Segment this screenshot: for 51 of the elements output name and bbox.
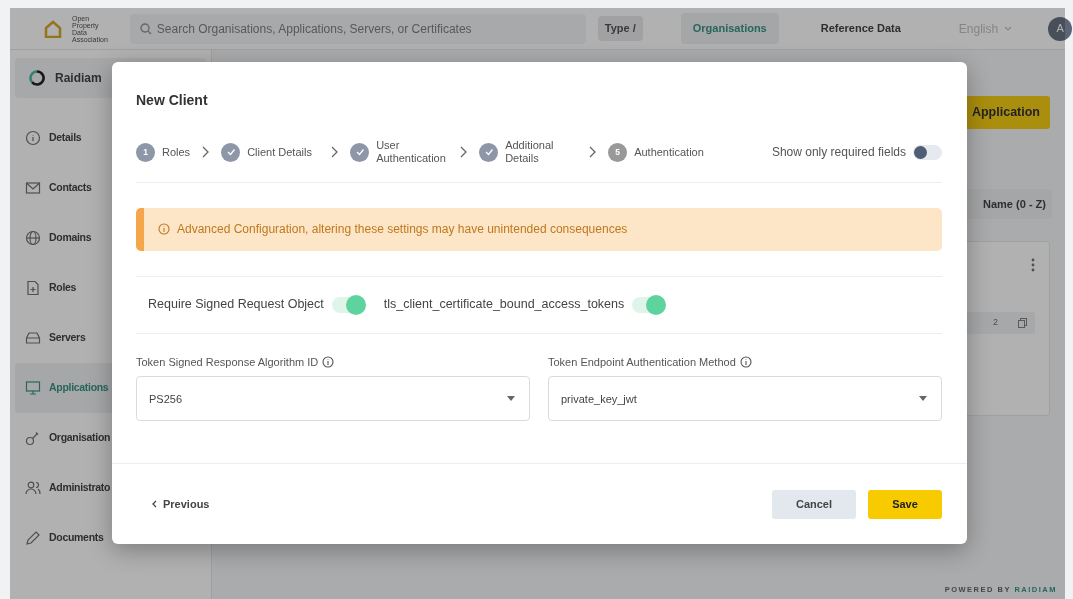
monitor-icon	[25, 380, 41, 396]
field-label: Token Endpoint Authentication Method	[548, 354, 736, 370]
document-icon	[25, 280, 41, 296]
required-fields-toggle[interactable]	[913, 144, 942, 160]
search-field[interactable]: Search Organisations, Applications, Servers, or Certificates	[129, 13, 586, 44]
caret-down-icon	[919, 396, 927, 402]
envelope-icon	[25, 180, 41, 196]
caret-down-icon	[507, 396, 515, 402]
previous-button[interactable]: Previous	[152, 495, 210, 513]
chip-text: 2	[993, 316, 998, 330]
step-number: 5	[608, 142, 628, 162]
chevron-right-icon	[589, 146, 597, 159]
drive-icon	[25, 330, 41, 346]
alert-text: Advanced Configuration, altering these settings may have unintended consequences	[177, 221, 628, 239]
cancel-button[interactable]: Cancel	[772, 489, 856, 519]
toggle-label: Show only required fields	[771, 144, 906, 162]
key-icon	[25, 430, 41, 446]
nav-tab[interactable]: Reference Data	[808, 13, 913, 44]
step-label: User Authentication	[376, 139, 447, 166]
globe-icon	[25, 230, 41, 246]
info-icon	[25, 130, 41, 146]
sidebar-item[interactable]: Contacts	[15, 163, 206, 213]
ring-logo-icon	[29, 70, 45, 86]
step-label: Authentication	[634, 145, 704, 161]
toggle-switch[interactable]	[331, 296, 364, 313]
chevron-down-icon	[1004, 25, 1013, 32]
toggle-switch[interactable]	[632, 296, 665, 313]
user-avatar[interactable]: A	[1048, 16, 1073, 41]
select-field[interactable]: private_key_jwt	[548, 376, 942, 422]
select-field[interactable]: PS256	[136, 376, 530, 422]
step-label: Roles	[162, 145, 191, 161]
step-number: 1	[136, 142, 155, 162]
people-icon	[25, 480, 41, 496]
step-label: Additional Details	[505, 139, 555, 166]
switch-label: Require Signed Request Object	[148, 296, 324, 314]
copy-icon	[1018, 318, 1027, 328]
chevron-left-icon	[152, 500, 157, 509]
step-label: Client Details	[247, 145, 313, 159]
switch-label: tls_client_certificate_bound_access_tokens	[383, 296, 625, 314]
house-logo-icon	[44, 19, 62, 38]
chevron-right-icon	[202, 146, 210, 159]
sidebar-item[interactable]: Documents	[15, 513, 206, 563]
chevron-right-icon	[460, 146, 468, 159]
pencil-icon	[25, 530, 41, 546]
info-icon	[158, 223, 170, 236]
info-icon	[322, 356, 335, 369]
chevron-right-icon	[331, 146, 339, 159]
info-icon	[739, 356, 752, 369]
kebab-menu-icon	[1031, 258, 1035, 273]
save-button[interactable]: Save	[868, 489, 942, 519]
shortcut-hint: Type /	[597, 16, 643, 41]
